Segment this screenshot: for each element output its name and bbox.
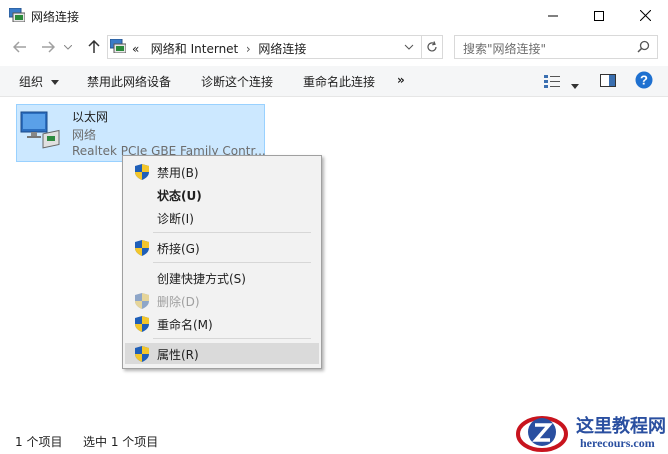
help-icon: ? [635,71,653,89]
menu-item-label: 状态(U) [157,189,202,203]
watermark-url: herecours.com [580,436,655,450]
maximize-icon [594,10,604,21]
forward-arrow-icon [42,41,55,53]
breadcrumb-item-network-connections[interactable]: 网络连接 [258,42,306,56]
maximize-button[interactable] [576,0,622,31]
details-view-icon [544,75,560,88]
refresh-icon [427,41,437,52]
menu-item-label: 属性(R) [157,348,199,362]
command-bar: 组织 禁用此网络设备 诊断这个连接 重命名此连接 » ? [0,66,668,97]
diagnose-button[interactable]: 诊断这个连接 [201,73,273,90]
svg-text:?: ? [640,73,648,88]
breadcrumb: « 网络和 Internet › 网络连接 [132,40,306,57]
navigation-bar: « 网络和 Internet › 网络连接 搜索"网络连接" [0,33,668,61]
search-icon[interactable] [637,40,650,53]
up-arrow-icon [88,40,100,53]
watermark-title: 这里教程网 [576,416,666,436]
preview-pane-button[interactable] [600,74,616,90]
menu-item-label: 诊断(I) [157,212,194,226]
menu-item-create-shortcut[interactable]: 创建快捷方式(S) [125,267,319,288]
breadcrumb-separator[interactable]: › [246,42,251,56]
title-bar: 网络连接 [0,0,668,31]
menu-item-bridge[interactable]: 桥接(G) [125,237,319,258]
menu-item-properties[interactable]: 属性(R) [125,343,319,364]
back-button[interactable] [10,37,30,57]
change-view-button[interactable] [544,74,560,91]
menu-item-status[interactable]: 状态(U) [125,184,319,205]
window-title: 网络连接 [31,10,80,24]
organize-button[interactable]: 组织 [19,73,59,90]
item-name: 以太网 [72,110,109,124]
menu-separator [153,338,311,339]
address-bar[interactable]: « 网络和 Internet › 网络连接 [107,35,422,59]
menu-item-label: 删除(D) [157,295,200,309]
uac-shield-icon [135,164,149,180]
selection-count: 选中 1 个项目 [83,435,159,449]
menu-item-delete: 删除(D) [125,290,319,311]
dropdown-arrow-icon [571,84,579,89]
menu-separator [153,262,311,263]
menu-separator [153,232,311,233]
organize-label: 组织 [19,75,44,89]
menu-item-rename[interactable]: 重命名(M) [125,313,319,334]
uac-shield-icon [135,293,149,309]
menu-item-label: 桥接(G) [157,242,200,256]
control-panel-icon [110,39,126,53]
minimize-button[interactable] [530,0,576,31]
minimize-icon [548,15,558,16]
uac-shield-icon [135,316,149,332]
chevron-down-icon [404,44,414,50]
help-button[interactable]: ? [635,71,653,92]
breadcrumb-overflow[interactable]: « [132,42,139,56]
close-icon [639,10,651,21]
menu-item-diagnose[interactable]: 诊断(I) [125,207,319,228]
item-count: 1 个项目 [15,435,63,449]
menu-item-label: 重命名(M) [157,318,213,332]
menu-item-label: 禁用(B) [157,166,199,180]
uac-shield-icon [135,346,149,362]
network-connections-icon [9,8,25,22]
recent-locations-button[interactable] [62,37,74,57]
context-menu: 禁用(B) 状态(U) 诊断(I) 桥接(G) 创建快捷方式(S) 删除(D) … [122,155,322,369]
network-item-ethernet[interactable]: 以太网 网络 Realtek PCIe GBE Family Contr... [16,104,266,162]
dropdown-arrow-icon [50,80,59,85]
menu-item-disable[interactable]: 禁用(B) [125,161,319,182]
preview-pane-icon [600,74,616,87]
address-dropdown-button[interactable] [404,39,418,55]
forward-button[interactable] [38,37,58,57]
search-box[interactable]: 搜索"网络连接" [454,35,658,59]
more-commands-button[interactable]: » [397,73,405,87]
ethernet-adapter-icon [20,111,60,149]
rename-button[interactable]: 重命名此连接 [303,73,375,90]
watermark-z-icon [516,416,568,452]
item-status: 网络 [72,128,97,142]
refresh-button[interactable] [421,35,443,59]
menu-item-label: 创建快捷方式(S) [157,272,246,286]
search-input[interactable]: 搜索"网络连接" [463,40,546,57]
uac-shield-icon [135,240,149,256]
back-arrow-icon [13,41,26,53]
disable-device-button[interactable]: 禁用此网络设备 [87,73,171,90]
close-button[interactable] [622,0,668,31]
breadcrumb-item-network-internet[interactable]: 网络和 Internet [151,42,238,56]
chevron-down-icon [64,44,72,50]
up-button[interactable] [84,37,104,57]
view-options-dropdown[interactable] [571,78,579,92]
watermark-logo: 这里教程网 herecours.com [514,410,666,454]
